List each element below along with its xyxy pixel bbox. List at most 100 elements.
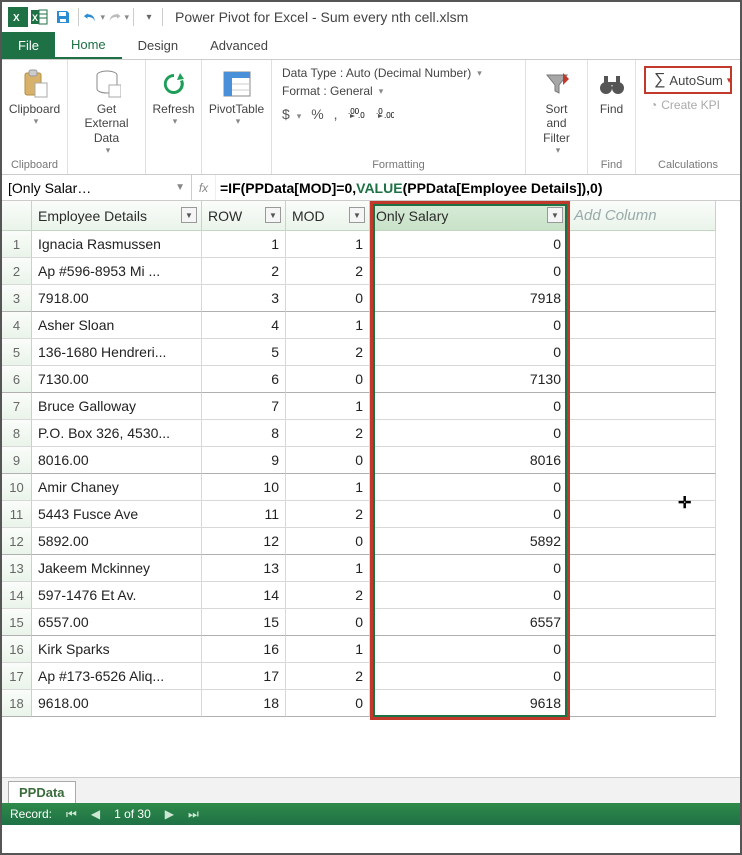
cell-row[interactable]: 14 [202, 582, 286, 609]
cell-only-salary[interactable]: 0 [370, 582, 568, 609]
percent-button[interactable]: % [311, 106, 323, 123]
col-header-employee-details[interactable]: Employee Details▼ [32, 201, 202, 231]
row-header[interactable]: 1 [2, 231, 32, 258]
cell-employee-details[interactable]: 6557.00 [32, 609, 202, 636]
cell-employee-details[interactable]: Kirk Sparks [32, 636, 202, 663]
row-header[interactable]: 5 [2, 339, 32, 366]
cell-employee-details[interactable]: Ap #173-6526 Aliq... [32, 663, 202, 690]
cell-row[interactable]: 16 [202, 636, 286, 663]
cell-employee-details[interactable]: Bruce Galloway [32, 393, 202, 420]
row-header[interactable]: 3 [2, 285, 32, 312]
cell-employee-details[interactable]: P.O. Box 326, 4530... [32, 420, 202, 447]
cell-mod[interactable]: 1 [286, 555, 370, 582]
cell-empty[interactable] [568, 582, 716, 609]
cell-row[interactable]: 4 [202, 312, 286, 339]
cell-mod[interactable]: 1 [286, 636, 370, 663]
nav-last-icon[interactable]: ⏭ [188, 807, 199, 822]
cell-empty[interactable] [568, 393, 716, 420]
cell-row[interactable]: 12 [202, 528, 286, 555]
cell-only-salary[interactable]: 0 [370, 501, 568, 528]
filter-icon[interactable]: ▼ [181, 207, 197, 223]
col-header-only-salary[interactable]: Only Salary▼ [370, 201, 568, 231]
cell-mod[interactable]: 2 [286, 339, 370, 366]
select-all-corner[interactable] [2, 201, 32, 231]
undo-icon[interactable]: ▾ [83, 6, 105, 28]
cell-employee-details[interactable]: 136-1680 Hendreri... [32, 339, 202, 366]
nav-prev-icon[interactable]: ◀ [91, 807, 100, 821]
col-header-mod[interactable]: MOD▼ [286, 201, 370, 231]
cell-row[interactable]: 15 [202, 609, 286, 636]
row-header[interactable]: 16 [2, 636, 32, 663]
cell-mod[interactable]: 0 [286, 366, 370, 393]
cell-employee-details[interactable]: 8016.00 [32, 447, 202, 474]
nav-next-icon[interactable]: ▶ [165, 807, 174, 821]
decrease-decimal-icon[interactable]: .0.00 [376, 106, 394, 123]
cell-only-salary[interactable]: 0 [370, 555, 568, 582]
filter-icon[interactable]: ▼ [265, 207, 281, 223]
cell-employee-details[interactable]: Amir Chaney [32, 474, 202, 501]
cell-row[interactable]: 9 [202, 447, 286, 474]
cell-empty[interactable] [568, 447, 716, 474]
pivottable-button[interactable]: PivotTable▾ [206, 64, 267, 131]
cell-employee-details[interactable]: Jakeem Mckinney [32, 555, 202, 582]
comma-button[interactable]: , [334, 106, 338, 123]
cell-empty[interactable] [568, 474, 716, 501]
cell-employee-details[interactable]: 9618.00 [32, 690, 202, 717]
cell-mod[interactable]: 2 [286, 501, 370, 528]
cell-only-salary[interactable]: 0 [370, 393, 568, 420]
cell-empty[interactable] [568, 231, 716, 258]
cell-employee-details[interactable]: 7130.00 [32, 366, 202, 393]
cell-empty[interactable] [568, 609, 716, 636]
cell-empty[interactable] [568, 339, 716, 366]
cell-row[interactable]: 3 [202, 285, 286, 312]
redo-icon[interactable]: ▾ [107, 6, 129, 28]
find-button[interactable]: Find [592, 64, 631, 120]
row-header[interactable]: 4 [2, 312, 32, 339]
name-box[interactable]: [Only Salar…▼ [2, 175, 192, 200]
cell-empty[interactable] [568, 420, 716, 447]
cell-mod[interactable]: 2 [286, 582, 370, 609]
cell-empty[interactable] [568, 258, 716, 285]
formula-input[interactable]: =IF(PPData[MOD]=0,VALUE(PPData[Employee … [216, 175, 740, 200]
cell-only-salary[interactable]: 0 [370, 663, 568, 690]
col-header-add-column[interactable]: Add Column [568, 201, 716, 231]
cell-row[interactable]: 6 [202, 366, 286, 393]
cell-row[interactable]: 7 [202, 393, 286, 420]
sheet-tab-ppdata[interactable]: PPData [8, 781, 76, 803]
filter-icon[interactable]: ▼ [349, 207, 365, 223]
cell-employee-details[interactable]: 5892.00 [32, 528, 202, 555]
cell-mod[interactable]: 0 [286, 609, 370, 636]
cell-mod[interactable]: 2 [286, 258, 370, 285]
row-header[interactable]: 6 [2, 366, 32, 393]
filter-icon[interactable]: ▼ [547, 207, 563, 223]
nav-first-icon[interactable]: ⏮ [66, 807, 77, 822]
cell-only-salary[interactable]: 0 [370, 258, 568, 285]
cell-only-salary[interactable]: 7130 [370, 366, 568, 393]
tab-advanced[interactable]: Advanced [194, 32, 284, 59]
format-dropdown[interactable]: Format : General▾ [282, 84, 515, 98]
cell-mod[interactable]: 2 [286, 663, 370, 690]
cell-only-salary[interactable]: 7918 [370, 285, 568, 312]
col-header-row[interactable]: ROW▼ [202, 201, 286, 231]
tab-file[interactable]: File [2, 32, 55, 59]
cell-empty[interactable] [568, 555, 716, 582]
cell-mod[interactable]: 0 [286, 690, 370, 717]
cell-only-salary[interactable]: 0 [370, 636, 568, 663]
cell-empty[interactable] [568, 528, 716, 555]
cell-row[interactable]: 17 [202, 663, 286, 690]
cell-row[interactable]: 8 [202, 420, 286, 447]
cell-empty[interactable] [568, 285, 716, 312]
cell-empty[interactable] [568, 690, 716, 717]
refresh-button[interactable]: Refresh▾ [150, 64, 197, 131]
cell-mod[interactable]: 2 [286, 420, 370, 447]
cell-employee-details[interactable]: Ap #596-8953 Mi ... [32, 258, 202, 285]
cell-mod[interactable]: 1 [286, 312, 370, 339]
cell-empty[interactable] [568, 312, 716, 339]
cell-employee-details[interactable]: Ignacia Rasmussen [32, 231, 202, 258]
row-header[interactable]: 14 [2, 582, 32, 609]
row-header[interactable]: 15 [2, 609, 32, 636]
row-header[interactable]: 11 [2, 501, 32, 528]
tab-home[interactable]: Home [55, 32, 122, 59]
cell-row[interactable]: 13 [202, 555, 286, 582]
row-header[interactable]: 8 [2, 420, 32, 447]
